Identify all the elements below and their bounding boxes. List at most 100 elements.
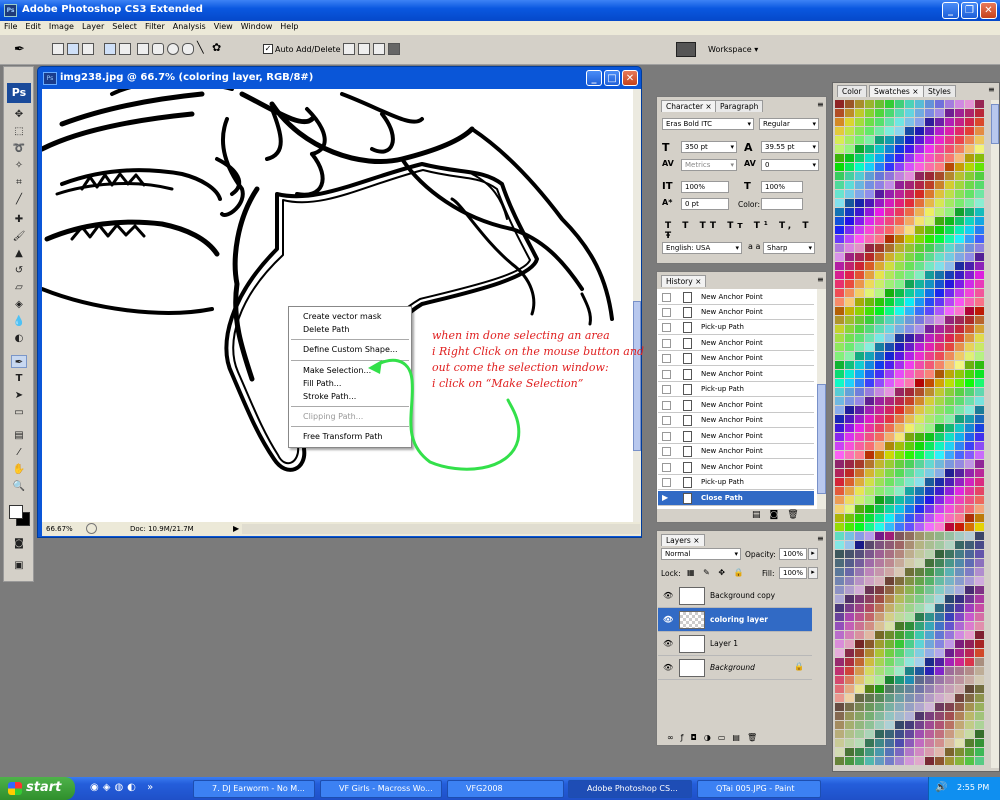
swatch-cell[interactable] (935, 307, 944, 315)
swatch-cell[interactable] (835, 748, 844, 756)
swatch-cell[interactable] (915, 730, 924, 738)
swatch-cell[interactable] (855, 568, 864, 576)
swatch-cell[interactable] (875, 172, 884, 180)
swatch-cell[interactable] (885, 703, 894, 711)
swatch-cell[interactable] (835, 172, 844, 180)
swatch-cell[interactable] (885, 541, 894, 549)
swatch-cell[interactable] (845, 721, 854, 729)
swatch-cell[interactable] (875, 532, 884, 540)
swatch-cell[interactable] (835, 343, 844, 351)
swatch-cell[interactable] (975, 541, 984, 549)
swatch-cell[interactable] (875, 352, 884, 360)
swatch-cell[interactable] (935, 280, 944, 288)
swatch-cell[interactable] (905, 433, 914, 441)
swatch-cell[interactable] (945, 748, 954, 756)
swatch-cell[interactable] (845, 424, 854, 432)
swatch-cell[interactable] (945, 649, 954, 657)
swatch-cell[interactable] (935, 352, 944, 360)
swatch-cell[interactable] (915, 379, 924, 387)
type-tool-icon[interactable]: T (11, 372, 27, 385)
swatch-cell[interactable] (955, 541, 964, 549)
swatch-cell[interactable] (875, 325, 884, 333)
swatch-cell[interactable] (895, 730, 904, 738)
swatch-cell[interactable] (915, 253, 924, 261)
swatch-cell[interactable] (895, 757, 904, 765)
swatch-cell[interactable] (925, 199, 934, 207)
swatch-cell[interactable] (955, 667, 964, 675)
swatch-cell[interactable] (935, 532, 944, 540)
swatch-cell[interactable] (895, 424, 904, 432)
swatch-cell[interactable] (885, 748, 894, 756)
swatch-cell[interactable] (895, 343, 904, 351)
swatch-cell[interactable] (865, 136, 874, 144)
history-item[interactable]: New Anchor Point (658, 444, 814, 459)
swatch-cell[interactable] (905, 253, 914, 261)
swatch-cell[interactable] (965, 550, 974, 558)
swatch-cell[interactable] (975, 649, 984, 657)
swatch-cell[interactable] (925, 604, 934, 612)
swatch-cell[interactable] (865, 397, 874, 405)
swatch-cell[interactable] (935, 172, 944, 180)
swatch-cell[interactable] (865, 325, 874, 333)
swatch-cell[interactable] (905, 703, 914, 711)
swatch-cell[interactable] (845, 343, 854, 351)
swatch-cell[interactable] (915, 154, 924, 162)
swatch-cell[interactable] (915, 532, 924, 540)
swatch-cell[interactable] (845, 667, 854, 675)
swatch-cell[interactable] (855, 145, 864, 153)
swatch-cell[interactable] (895, 721, 904, 729)
swatch-cell[interactable] (875, 586, 884, 594)
swatch-cell[interactable] (945, 226, 954, 234)
history-item[interactable]: New Anchor Point (658, 398, 814, 413)
swatch-cell[interactable] (935, 523, 944, 531)
swatch-cell[interactable] (965, 730, 974, 738)
swatch-cell[interactable] (905, 748, 914, 756)
swatch-cell[interactable] (875, 109, 884, 117)
layer-row[interactable]: 👁 Layer 1 (658, 632, 812, 656)
swatch-cell[interactable] (875, 460, 884, 468)
swatch-cell[interactable] (865, 199, 874, 207)
swatch-cell[interactable] (875, 550, 884, 558)
swatch-cell[interactable] (845, 550, 854, 558)
swatch-cell[interactable] (925, 550, 934, 558)
swatch-cell[interactable] (855, 154, 864, 162)
swatch-cell[interactable] (845, 370, 854, 378)
swatch-cell[interactable] (905, 415, 914, 423)
swatch-cell[interactable] (885, 433, 894, 441)
swatch-cell[interactable] (845, 505, 854, 513)
swatch-cell[interactable] (895, 262, 904, 270)
swatch-cell[interactable] (955, 109, 964, 117)
swatch-cell[interactable] (865, 451, 874, 459)
swatch-cell[interactable] (835, 154, 844, 162)
faux-italic-button[interactable]: T (682, 221, 692, 231)
swatch-cell[interactable] (905, 208, 914, 216)
eye-icon[interactable]: 👁 (663, 591, 673, 600)
swatch-cell[interactable] (965, 487, 974, 495)
swatch-cell[interactable] (875, 694, 884, 702)
swatch-cell[interactable] (955, 559, 964, 567)
swatch-cell[interactable] (835, 514, 844, 522)
swatch-cell[interactable] (945, 217, 954, 225)
marquee-tool-icon[interactable]: ⬚ (11, 125, 27, 138)
swatch-cell[interactable] (835, 757, 844, 765)
swatch-cell[interactable] (875, 658, 884, 666)
swatch-cell[interactable] (885, 613, 894, 621)
swatch-cell[interactable] (945, 451, 954, 459)
swatch-cell[interactable] (945, 613, 954, 621)
swatch-cell[interactable] (955, 379, 964, 387)
swatch-cell[interactable] (945, 235, 954, 243)
swatch-cell[interactable] (895, 334, 904, 342)
swatch-cell[interactable] (915, 649, 924, 657)
swatch-cell[interactable] (835, 496, 844, 504)
swatch-cell[interactable] (875, 145, 884, 153)
swatch-cell[interactable] (835, 667, 844, 675)
swatch-cell[interactable] (945, 694, 954, 702)
swatch-cell[interactable] (865, 298, 874, 306)
swatch-cell[interactable] (955, 334, 964, 342)
swatch-cell[interactable] (945, 757, 954, 765)
swatch-cell[interactable] (935, 622, 944, 630)
swatch-cell[interactable] (925, 118, 934, 126)
swatch-cell[interactable] (945, 559, 954, 567)
swatch-cell[interactable] (975, 622, 984, 630)
swatch-cell[interactable] (865, 730, 874, 738)
